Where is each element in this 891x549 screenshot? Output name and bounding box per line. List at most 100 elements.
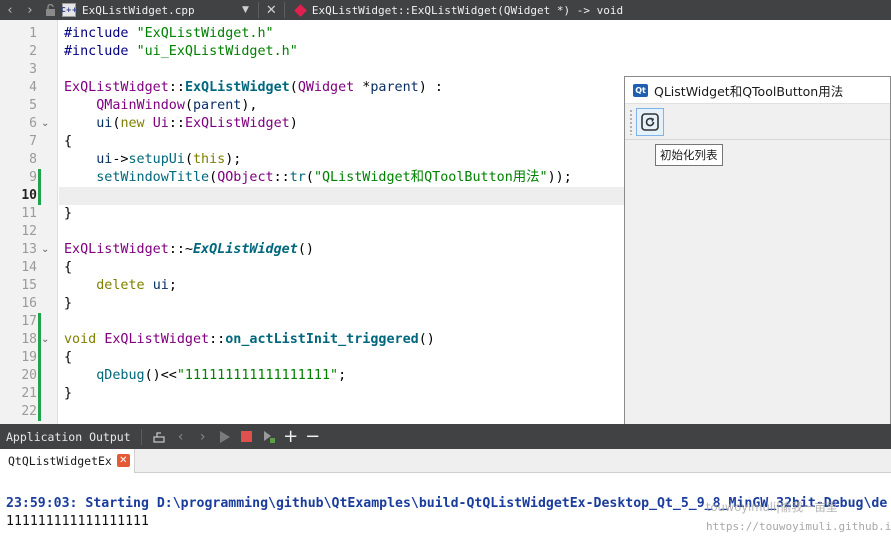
- fold-toggle-icon[interactable]: ⌄: [41, 241, 53, 259]
- code-line[interactable]: setWindowTitle(QObject::tr("QListWidget和…: [64, 169, 572, 187]
- watermark-url: https://touwoyimuli.github.io: [706, 520, 891, 533]
- code-token: on_actListInit_triggered: [225, 332, 419, 347]
- line-number[interactable]: 18: [0, 331, 37, 349]
- code-token: parent: [370, 80, 419, 95]
- code-line[interactable]: }: [64, 295, 72, 313]
- line-number[interactable]: 5: [0, 97, 37, 115]
- code-line[interactable]: ui(new Ui::ExQListWidget): [64, 115, 298, 133]
- code-token: #include: [64, 26, 137, 41]
- attach-debugger-button[interactable]: [258, 427, 280, 447]
- code-line[interactable]: {: [64, 349, 72, 367]
- lock-button[interactable]: [40, 0, 60, 20]
- code-token: QObject: [217, 170, 274, 185]
- output-tab-label: QtQListWidgetEx: [8, 454, 112, 468]
- cpp-file-icon: C++: [61, 3, 77, 17]
- minus-icon: −: [305, 426, 321, 447]
- triangle-down-icon[interactable]: ▼: [242, 5, 249, 15]
- code-line[interactable]: {: [64, 133, 72, 151]
- change-marker: [38, 313, 41, 331]
- line-number[interactable]: 20: [0, 367, 37, 385]
- toolbar-grip[interactable]: [629, 108, 633, 135]
- code-line[interactable]: ExQListWidget::~ExQListWidget(): [64, 241, 314, 259]
- output-pane-title: Application Output: [6, 429, 131, 444]
- watermark: touwoyimuli|偷我一亩里: [706, 500, 838, 514]
- back-button[interactable]: ‹: [0, 0, 20, 20]
- list-init-icon: [641, 112, 659, 131]
- toolbar-separator: [257, 2, 259, 18]
- code-line[interactable]: {: [64, 259, 72, 277]
- code-line[interactable]: ui->setupUi(this);: [64, 151, 241, 169]
- fold-toggle-icon[interactable]: ⌄: [41, 115, 53, 133]
- code-token: (: [184, 152, 193, 167]
- line-number[interactable]: 17: [0, 313, 37, 331]
- rerun-button[interactable]: [214, 427, 236, 447]
- line-number[interactable]: 22: [0, 403, 37, 421]
- code-token: ),: [241, 98, 258, 113]
- line-number[interactable]: 16: [0, 295, 37, 313]
- line-number[interactable]: 1: [0, 25, 37, 43]
- line-number[interactable]: 13: [0, 241, 37, 259]
- stop-button[interactable]: [236, 427, 258, 447]
- next-icon: ›: [199, 428, 206, 445]
- code-line[interactable]: #include "ui_ExQListWidget.h": [64, 43, 298, 61]
- list-init-button[interactable]: [636, 107, 664, 136]
- code-token: #include: [64, 44, 137, 59]
- code-line[interactable]: delete ui;: [64, 277, 177, 295]
- symbol-selector[interactable]: ExQListWidget::ExQListWidget(QWidget *) …: [312, 4, 623, 17]
- output-tabs: QtQListWidgetEx ✕: [0, 449, 891, 473]
- code-token: void: [64, 332, 97, 347]
- line-number[interactable]: 12: [0, 223, 37, 241]
- line-number[interactable]: 19: [0, 349, 37, 367]
- code-token: {: [64, 134, 73, 149]
- fold-toggle-icon[interactable]: ⌄: [41, 331, 53, 349]
- line-number[interactable]: 4: [0, 79, 37, 97]
- code-token: setupUi: [128, 152, 185, 167]
- line-number[interactable]: 21: [0, 385, 37, 403]
- line-number[interactable]: 8: [0, 151, 37, 169]
- code-token: QMainWindow: [96, 98, 185, 113]
- code-line[interactable]: ExQListWidget::ExQListWidget(QWidget *pa…: [64, 79, 443, 97]
- prev-item-button[interactable]: ‹: [170, 427, 192, 447]
- code-line[interactable]: void ExQListWidget::on_actListInit_trigg…: [64, 331, 435, 349]
- output-debug-line: 111111111111111111: [6, 514, 149, 529]
- forward-button[interactable]: ›: [20, 0, 40, 20]
- line-number[interactable]: 15: [0, 277, 37, 295]
- line-number[interactable]: 3: [0, 61, 37, 79]
- attach-button[interactable]: [148, 427, 170, 447]
- close-icon[interactable]: ✕: [262, 3, 281, 18]
- line-number[interactable]: 10: [0, 187, 37, 205]
- line-number[interactable]: 7: [0, 133, 37, 151]
- next-item-button[interactable]: ›: [192, 427, 214, 447]
- line-number[interactable]: 14: [0, 259, 37, 277]
- function-symbol-icon: [293, 3, 307, 17]
- tooltip: 初始化列表: [655, 144, 723, 166]
- line-number[interactable]: 11: [0, 205, 37, 223]
- code-token: );: [225, 152, 242, 167]
- file-selector[interactable]: ExQListWidget.cpp: [82, 4, 242, 17]
- app-window[interactable]: Qt QListWidget和QToolButton用法 初始化列表: [624, 76, 891, 467]
- line-number[interactable]: 6: [0, 115, 37, 133]
- output-tab[interactable]: QtQListWidgetEx ✕: [0, 449, 135, 473]
- code-line[interactable]: QMainWindow(parent),: [64, 97, 258, 115]
- output-text-area[interactable]: 23:59:03: Starting D:\programming\github…: [0, 473, 891, 549]
- line-number[interactable]: 9: [0, 169, 37, 187]
- zoom-out-button[interactable]: −: [302, 426, 324, 447]
- close-icon[interactable]: ✕: [116, 454, 130, 467]
- change-marker: [38, 385, 41, 403]
- change-marker: [38, 169, 41, 187]
- code-token: ::: [168, 116, 185, 131]
- code-line[interactable]: #include "ExQListWidget.h": [64, 25, 274, 43]
- code-line[interactable]: qDebug()<<"111111111111111111";: [64, 367, 346, 385]
- code-token: setWindowTitle: [96, 170, 210, 185]
- zoom-in-button[interactable]: +: [280, 426, 302, 447]
- line-number[interactable]: 2: [0, 43, 37, 61]
- app-window-titlebar[interactable]: Qt QListWidget和QToolButton用法: [625, 77, 890, 104]
- code-line[interactable]: }: [64, 385, 72, 403]
- code-line[interactable]: }: [64, 205, 72, 223]
